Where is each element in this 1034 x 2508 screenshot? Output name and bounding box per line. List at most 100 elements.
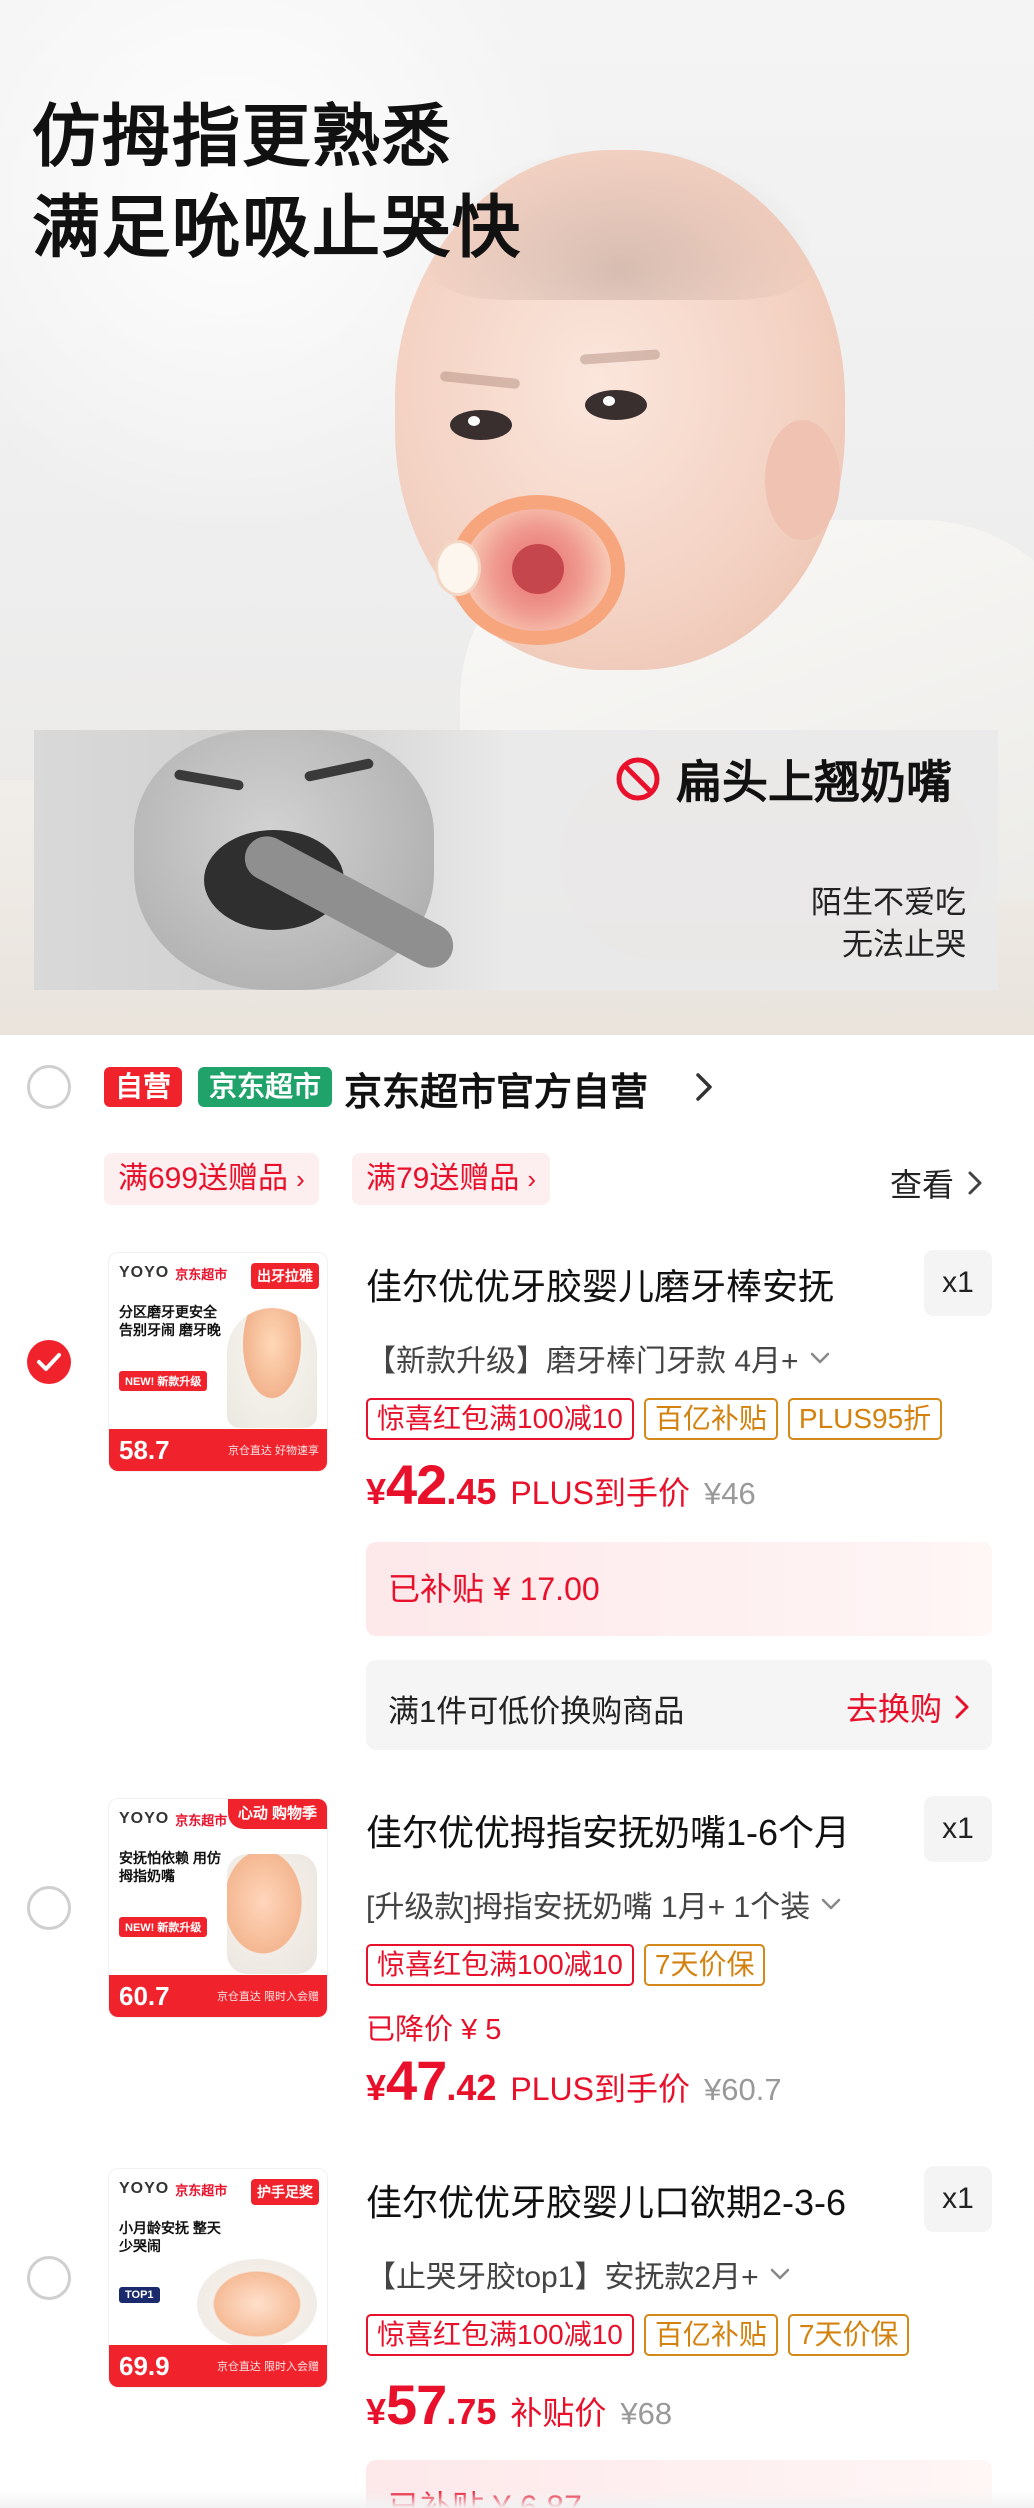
comparison-subtext: 陌生不爱吃 无法止哭 [811, 882, 966, 966]
product-thumbnail[interactable]: YOYO 京东超市 护手足奖 小月龄安抚 整天少哭闹 TOP1 69.9 京仓直… [108, 2168, 328, 2388]
price-decimal: .42 [446, 2067, 497, 2108]
price-integer: 47 [386, 2049, 447, 2112]
baby-ear-illustration [765, 420, 840, 540]
tag-subsidy: 百亿补贴 [643, 2314, 778, 2356]
comparison-heading-text: 扁头上翘奶嘴 [676, 756, 952, 808]
teether-product-image [197, 2259, 317, 2349]
tag-price-protect: 7天价保 [787, 2314, 910, 2356]
tag-subsidy: 百亿补贴 [643, 1398, 778, 1440]
spec-selector[interactable]: 【新款升级】磨牙棒门牙款 4月+ [366, 1336, 831, 1380]
item-select-radio[interactable] [27, 1886, 71, 1930]
teether-product-image [227, 1308, 317, 1428]
quantity-button[interactable]: x1 [924, 1796, 992, 1862]
brand-logo: YOYO [119, 2180, 170, 2197]
promo-tags: 惊喜红包满100减10 7天价保 [366, 1944, 766, 1986]
thumb-new-tag: NEW! 新款升级 [119, 1371, 208, 1391]
price-integer: 42 [386, 1453, 447, 1516]
tag-plus-discount: PLUS95折 [787, 1398, 943, 1440]
comparison-subtext-line2: 无法止哭 [842, 926, 966, 962]
price-line: ¥ 57 .75 补贴价 ¥68 [366, 2372, 672, 2437]
original-price: ¥46 [703, 1476, 756, 1511]
quantity-button[interactable]: x1 [924, 1250, 992, 1316]
shop-select-radio[interactable] [27, 1065, 71, 1109]
product-thumbnail[interactable]: YOYO 京东超市 心动 购物季 安抚怕依赖 用仿拇指奶嘴 NEW! 新款升级 … [108, 1798, 328, 2018]
thumb-price-bar: 58.7 京仓直达 好物速享 [109, 1429, 327, 1471]
thumb-headline: 小月龄安抚 整天少哭闹 [119, 2220, 221, 2255]
pacifier-product-image [227, 1854, 317, 1974]
tag-red-packet: 惊喜红包满100减10 [366, 1398, 634, 1440]
hero-headline-line1: 仿拇指更熟悉 [32, 99, 453, 175]
shop-header: 自营 京东超市 京东超市官方自营 [0, 1035, 1034, 1140]
chevron-right-icon[interactable] [689, 1069, 719, 1105]
product-title[interactable]: 佳尔优优牙胶婴儿口欲期2-3-6 [366, 2174, 906, 2226]
tag-red-packet: 惊喜红包满100减10 [366, 2314, 634, 2356]
comparison-subtext-line1: 陌生不爱吃 [811, 885, 966, 920]
thumb-badge: 心动 购物季 [227, 1799, 327, 1829]
item-select-radio-checked[interactable] [27, 1340, 71, 1384]
hero-headline-line2: 满足吮吸止哭快 [32, 190, 523, 267]
thumb-price-bar: 60.7 京仓直达 限时入会赠 [109, 1975, 327, 2017]
comparison-panel: 扁头上翘奶嘴 陌生不爱吃 无法止哭 [34, 730, 998, 990]
jd-logo: 京东超市 [175, 1812, 228, 1828]
subsidy-banner: 已补贴 ¥ 17.00 [366, 1542, 992, 1636]
check-icon [37, 1353, 61, 1371]
pacifier-knob [435, 540, 481, 596]
price-label: PLUS到手价 [510, 2071, 690, 2107]
quantity-button[interactable]: x1 [924, 2166, 992, 2232]
brand-logo: YOYO [119, 1264, 170, 1281]
chevron-down-icon [770, 2268, 789, 2280]
product-thumbnail[interactable]: YOYO 京东超市 出牙拉雅 分区磨牙更安全 告别牙闹 磨牙晚 NEW! 新款升… [108, 1252, 328, 1472]
thumb-price: 58.7 [119, 1434, 170, 1465]
cart-item: YOYO 京东超市 心动 购物季 安抚怕依赖 用仿拇指奶嘴 NEW! 新款升级 … [0, 1790, 1034, 2130]
promo-tags: 惊喜红包满100减10 百亿补贴 7天价保 [366, 2314, 910, 2356]
price-line: ¥ 47 .42 PLUS到手价 ¥60.7 [366, 2048, 782, 2113]
price-label: 补贴价 [510, 2395, 607, 2431]
self-operated-tag: 自营 [104, 1067, 183, 1107]
product-title[interactable]: 佳尔优优牙胶婴儿磨牙棒安抚 [366, 1258, 906, 1310]
promo-gift-79[interactable]: 满79送赠品 › [352, 1153, 551, 1205]
cart-item: YOYO 京东超市 出牙拉雅 分区磨牙更安全 告别牙闹 磨牙晚 NEW! 新款升… [0, 1240, 1034, 1780]
thumb-price-bar: 69.9 京仓直达 限时入会赠 [109, 2345, 327, 2387]
chevron-down-icon [810, 1352, 829, 1364]
chevron-right-icon [955, 1695, 969, 1719]
thumb-shipping-note: 京仓直达 限时入会赠 [216, 1991, 319, 2003]
jd-supermarket-tag: 京东超市 [198, 1067, 333, 1107]
spec-selector[interactable]: 【止哭牙胶top1】安抚款2月+ [366, 2252, 791, 2296]
spec-label: [升级款]拇指安抚奶嘴 1月+ 1个装 [366, 1891, 811, 1924]
product-hero-banner: 仿拇指更熟悉 满足吮吸止哭快 扁头上翘奶嘴 陌生不爱吃 无法止哭 [0, 0, 1034, 1035]
price-currency: ¥ [366, 2391, 387, 2432]
product-title[interactable]: 佳尔优优拇指安抚奶嘴1-6个月 [366, 1804, 906, 1856]
promo-gift-79-label: 满79送赠品 [366, 1162, 520, 1195]
price-decimal: .75 [446, 2391, 497, 2432]
view-more-label: 查看 [889, 1167, 954, 1203]
tag-red-packet: 惊喜红包满100减10 [366, 1944, 634, 1986]
view-promotions-link[interactable]: 查看 [890, 1160, 984, 1206]
thumb-shipping-note: 京仓直达 好物速享 [227, 1445, 319, 1457]
prohibited-icon [614, 755, 662, 803]
item-select-radio[interactable] [27, 2256, 71, 2300]
baby-eye-right [585, 390, 647, 420]
shop-name-link[interactable]: 京东超市官方自营 [344, 1061, 648, 1116]
exchange-note: 满1件可低价换购商品 [388, 1694, 685, 1729]
thumb-top1-tag: TOP1 [119, 2287, 160, 2303]
brand-logo: YOYO [119, 1810, 170, 1827]
bottom-edge-shadow [0, 2490, 1034, 2508]
chevron-right-icon: › [296, 1164, 305, 1194]
cart-item: YOYO 京东超市 护手足奖 小月龄安抚 整天少哭闹 TOP1 69.9 京仓直… [0, 2160, 1034, 2508]
spec-label: 【新款升级】磨牙棒门牙款 4月+ [366, 1345, 799, 1378]
thumb-headline: 安抚怕依赖 用仿拇指奶嘴 [119, 1850, 221, 1885]
tag-price-protect: 7天价保 [643, 1944, 766, 1986]
promo-gift-699[interactable]: 满699送赠品 › [104, 1153, 319, 1205]
thumb-badge: 出牙拉雅 [251, 1263, 319, 1289]
comparison-heading: 扁头上翘奶嘴 [614, 746, 952, 812]
go-exchange-link[interactable]: 去换购 [846, 1684, 970, 1730]
price-drop-note: 已降价 ¥ 5 [366, 2014, 502, 2046]
hero-headline: 仿拇指更熟悉 满足吮吸止哭快 [32, 92, 522, 274]
price-decimal: .45 [446, 1471, 497, 1512]
chevron-right-icon [968, 1171, 982, 1195]
price-integer: 57 [386, 2373, 447, 2436]
spec-selector[interactable]: [升级款]拇指安抚奶嘴 1月+ 1个装 [366, 1882, 842, 1926]
thumb-new-tag: NEW! 新款升级 [119, 1917, 208, 1937]
price-line: ¥ 42 .45 PLUS到手价 ¥46 [366, 1452, 756, 1517]
crying-baby-photo [34, 730, 504, 990]
